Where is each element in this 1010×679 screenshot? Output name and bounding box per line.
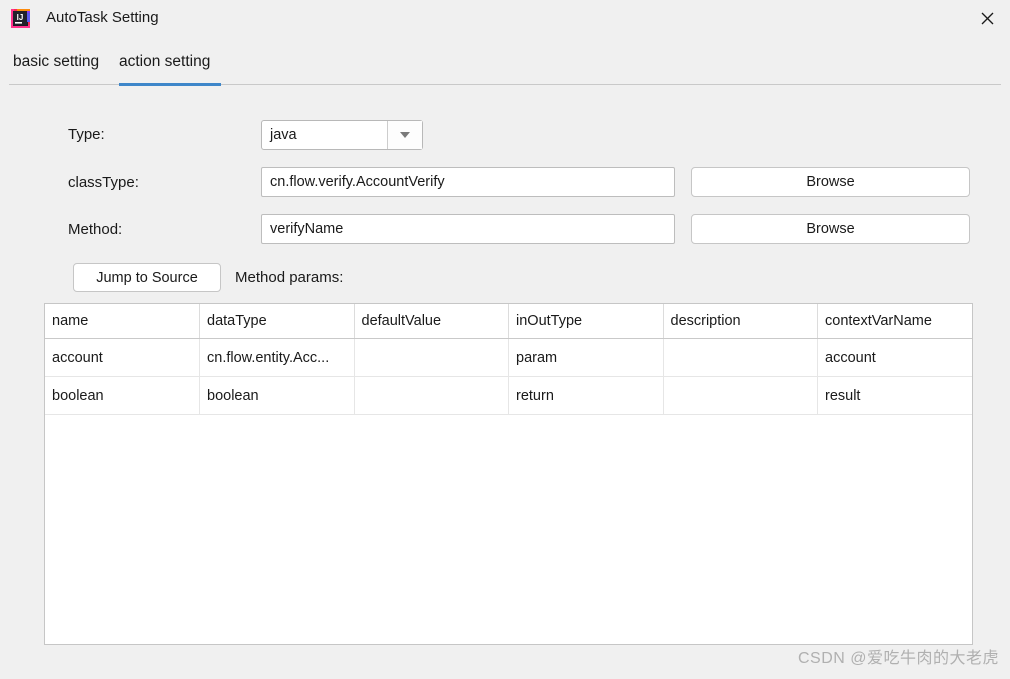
type-select[interactable]: java [261,120,423,150]
method-browse-button[interactable]: Browse [691,214,970,244]
cell-contextvarname[interactable]: account [817,338,972,377]
cell-datatype[interactable]: cn.flow.entity.Acc... [199,338,355,377]
watermark: CSDN @爱吃牛肉的大老虎 [797,650,999,667]
column-header-defaultvalue[interactable]: defaultValue [354,304,509,339]
method-input[interactable] [261,214,675,244]
cell-datatype[interactable]: boolean [199,376,355,415]
column-header-datatype[interactable]: dataType [199,304,355,339]
jump-to-source-button[interactable]: Jump to Source [73,263,221,292]
cell-inouttype[interactable]: return [508,376,664,415]
chevron-down-icon[interactable] [387,121,422,149]
tab-active-indicator [119,83,221,86]
classtype-label: classType: [68,174,139,191]
type-select-value: java [270,127,297,143]
method-params-table: name dataType defaultValue inOutType des… [45,304,972,415]
cell-description[interactable] [663,338,818,377]
window-title: AutoTask Setting [46,9,159,26]
close-icon [981,12,993,25]
column-header-name[interactable]: name [45,304,200,339]
intellij-idea-icon: IJ [10,8,31,29]
autotask-setting-dialog: IJ AutoTask Setting basic setting action… [0,0,1010,679]
column-header-description[interactable]: description [663,304,818,339]
tab-basic-setting[interactable]: basic setting [13,45,99,79]
column-header-contextvarname[interactable]: contextVarName [817,304,972,339]
table-row[interactable]: account cn.flow.entity.Acc... param acco… [45,338,972,377]
tab-bar: basic setting action setting [0,45,1010,86]
cell-defaultvalue[interactable] [354,338,509,377]
method-label: Method: [68,221,123,238]
classtype-browse-button[interactable]: Browse [691,167,970,197]
method-params-table-panel[interactable]: name dataType defaultValue inOutType des… [44,303,973,645]
cell-description[interactable] [663,376,818,415]
cell-contextvarname[interactable]: result [817,376,972,415]
method-params-label: Method params: [235,269,344,286]
cell-defaultvalue[interactable] [354,376,509,415]
cell-inouttype[interactable]: param [508,338,664,377]
table-row[interactable]: boolean boolean return result [45,376,972,415]
table-header-row: name dataType defaultValue inOutType des… [45,304,972,339]
cell-name[interactable]: boolean [45,376,200,415]
title-bar: IJ AutoTask Setting [0,0,1010,37]
svg-text:IJ: IJ [17,13,24,22]
cell-name[interactable]: account [45,338,200,377]
classtype-input[interactable] [261,167,675,197]
type-label: Type: [68,126,105,143]
tab-action-setting[interactable]: action setting [119,45,210,79]
close-button[interactable] [964,0,1010,37]
column-header-inouttype[interactable]: inOutType [508,304,664,339]
